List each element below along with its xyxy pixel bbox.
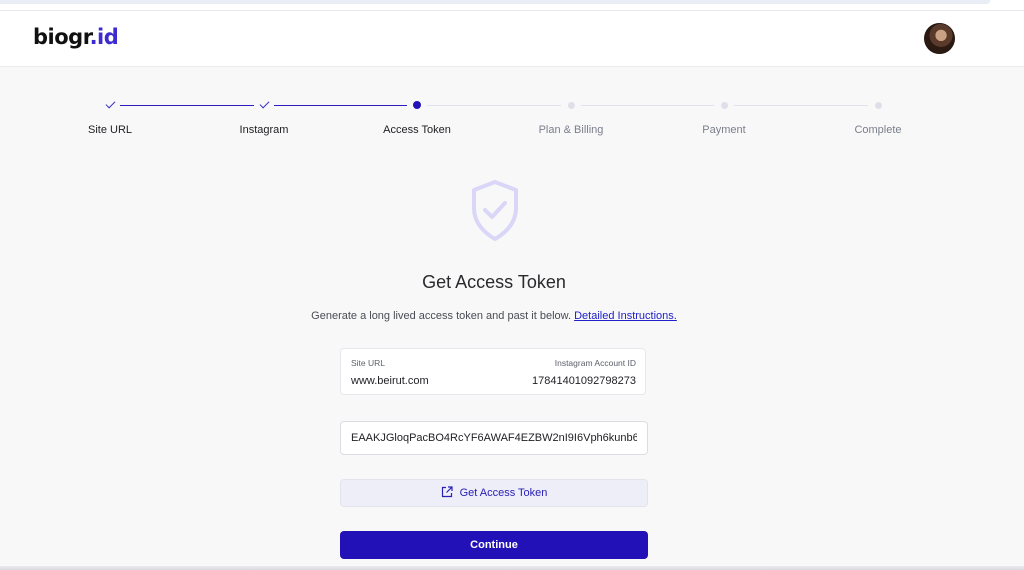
shield-check-icon	[470, 180, 520, 242]
step-connector-4	[581, 105, 714, 106]
external-link-icon	[441, 485, 453, 501]
access-token-input[interactable]	[340, 421, 648, 455]
step-label-site-url[interactable]: Site URL	[40, 124, 180, 136]
account-info-card: Site URL www.beirut.com Instagram Accoun…	[340, 348, 646, 395]
site-url-label: Site URL	[351, 358, 386, 368]
instagram-account-id-label: Instagram Account ID	[554, 358, 636, 368]
logo-text-prefix: biogr	[33, 25, 90, 49]
step-connector-3	[427, 105, 561, 106]
step-label-plan-billing: Plan & Billing	[538, 124, 604, 136]
step-label-instagram[interactable]: Instagram	[194, 124, 334, 136]
step-1-check-icon	[100, 95, 120, 115]
brand-logo[interactable]: biogr.id	[33, 24, 119, 50]
step-6-pending-dot-icon	[868, 95, 888, 115]
progress-strip	[0, 0, 990, 4]
step-label-payment: Payment	[702, 124, 746, 136]
page-title: Get Access Token	[422, 272, 566, 292]
detailed-instructions-link[interactable]: Detailed Instructions.	[574, 310, 677, 322]
app-header: biogr.id	[0, 11, 1024, 67]
step-connector-1	[120, 105, 254, 106]
step-label-access-token: Access Token	[383, 124, 451, 136]
step-5-pending-dot-icon	[714, 95, 734, 115]
get-access-token-button[interactable]: Get Access Token	[340, 479, 648, 507]
continue-button[interactable]: Continue	[340, 531, 648, 559]
page-subtitle: Generate a long lived access token and p…	[0, 310, 988, 322]
step-connector-2	[274, 105, 407, 106]
logo-text-suffix: id	[97, 25, 119, 49]
browser-top-strip	[0, 0, 1024, 11]
user-avatar[interactable]	[924, 23, 955, 54]
get-access-token-label: Get Access Token	[459, 487, 548, 499]
step-4-pending-dot-icon	[561, 95, 581, 115]
step-2-check-icon	[254, 95, 274, 115]
site-url-value: www.beirut.com	[351, 375, 429, 387]
step-label-complete: Complete	[854, 124, 902, 136]
onboarding-stepper: Site URL Instagram Access Token Plan & B…	[0, 95, 1024, 145]
instagram-account-id-value: 17841401092798273	[531, 375, 636, 387]
subtitle-text: Generate a long lived access token and p…	[311, 310, 572, 322]
step-3-current-dot-icon	[407, 95, 427, 115]
page-bottom-edge	[0, 566, 1024, 570]
step-connector-5	[734, 105, 868, 106]
logo-dot: .	[89, 25, 98, 49]
